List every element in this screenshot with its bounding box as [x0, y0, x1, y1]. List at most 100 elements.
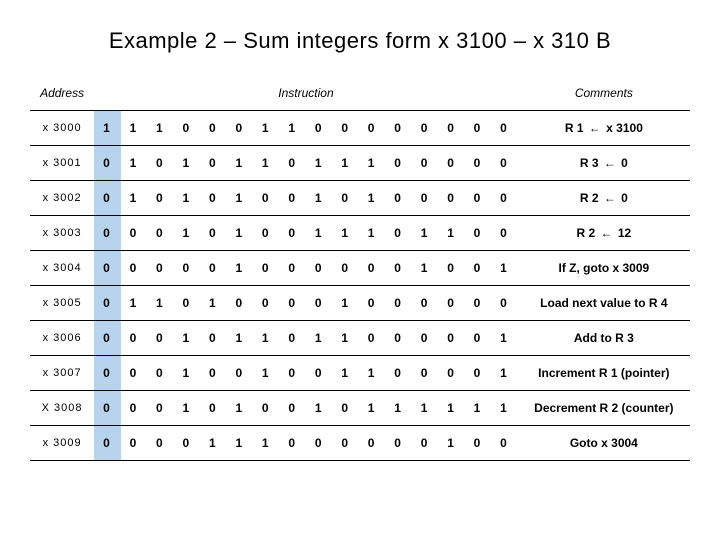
bit-cell: 0	[94, 426, 120, 461]
bit-cell: 1	[412, 391, 438, 426]
bit-cell: 0	[491, 216, 517, 251]
table-row: x 30001110001100000000R 1 ← x 3100	[30, 111, 690, 146]
bit-cell: 1	[253, 321, 279, 356]
bit-cell: 1	[227, 181, 253, 216]
bit-cell: 1	[385, 391, 411, 426]
bit-cell: 0	[200, 251, 226, 286]
arrow-left-icon: ←	[587, 121, 603, 135]
bit-cell: 0	[279, 286, 305, 321]
bit-cell: 0	[121, 251, 147, 286]
bit-cell: 1	[359, 391, 385, 426]
bit-cell: 0	[174, 286, 200, 321]
bit-cell: 0	[385, 356, 411, 391]
bit-cell: 1	[438, 391, 464, 426]
bit-cell: 0	[94, 286, 120, 321]
bit-cell: 0	[465, 251, 491, 286]
bit-cell: 1	[174, 146, 200, 181]
bit-cell: 0	[279, 251, 305, 286]
bit-cell: 0	[412, 356, 438, 391]
address-cell: x 3005	[30, 286, 94, 321]
bit-cell: 0	[385, 426, 411, 461]
address-cell: x 3003	[30, 216, 94, 251]
bit-cell: 0	[200, 181, 226, 216]
bit-cell: 0	[359, 286, 385, 321]
bit-cell: 1	[121, 111, 147, 146]
bit-cell: 0	[94, 146, 120, 181]
bit-cell: 0	[253, 216, 279, 251]
bit-cell: 0	[438, 146, 464, 181]
header-comments: Comments	[518, 76, 690, 111]
address-cell: x 3001	[30, 146, 94, 181]
bit-cell: 1	[253, 111, 279, 146]
page-title: Example 2 – Sum integers form x 3100 – x…	[30, 28, 690, 54]
arrow-left-icon: ←	[602, 156, 618, 170]
bit-cell: 0	[200, 146, 226, 181]
bit-cell: 0	[412, 321, 438, 356]
bit-cell: 0	[147, 321, 173, 356]
bit-cell: 1	[253, 356, 279, 391]
bit-cell: 0	[147, 391, 173, 426]
bit-cell: 1	[94, 111, 120, 146]
bit-cell: 0	[279, 356, 305, 391]
bit-cell: 0	[438, 251, 464, 286]
bit-cell: 0	[491, 286, 517, 321]
bit-cell: 0	[465, 181, 491, 216]
comment-post: 12	[615, 226, 632, 240]
header-instruction: Instruction	[94, 76, 518, 111]
bit-cell: 0	[121, 426, 147, 461]
bit-cell: 0	[385, 286, 411, 321]
bit-cell: 1	[200, 426, 226, 461]
bit-cell: 1	[359, 216, 385, 251]
bit-cell: 0	[94, 216, 120, 251]
bit-cell: 1	[332, 146, 358, 181]
address-cell: x 3009	[30, 426, 94, 461]
bit-cell: 1	[253, 146, 279, 181]
address-cell: x 3006	[30, 321, 94, 356]
bit-cell: 0	[412, 286, 438, 321]
bit-cell: 0	[279, 391, 305, 426]
bit-cell: 1	[147, 286, 173, 321]
bit-cell: 0	[306, 111, 332, 146]
bit-cell: 0	[121, 321, 147, 356]
bit-cell: 1	[306, 181, 332, 216]
bit-cell: 0	[359, 426, 385, 461]
bit-cell: 1	[412, 251, 438, 286]
address-cell: x 3000	[30, 111, 94, 146]
comment-cell: Add to R 3	[518, 321, 690, 356]
comment-post: 0	[618, 191, 628, 205]
bit-cell: 0	[465, 321, 491, 356]
bit-cell: 0	[491, 111, 517, 146]
bit-cell: 0	[94, 181, 120, 216]
bit-cell: 1	[359, 146, 385, 181]
bit-cell: 1	[227, 146, 253, 181]
bit-cell: 1	[227, 216, 253, 251]
bit-cell: 1	[412, 216, 438, 251]
comment-cell: If Z, goto x 3009	[518, 251, 690, 286]
bit-cell: 0	[438, 321, 464, 356]
bit-cell: 0	[359, 251, 385, 286]
bit-cell: 0	[174, 251, 200, 286]
bit-cell: 1	[306, 216, 332, 251]
comment-cell: R 2 ← 0	[518, 181, 690, 216]
bit-cell: 1	[438, 216, 464, 251]
bit-cell: 0	[279, 426, 305, 461]
bit-cell: 0	[279, 181, 305, 216]
bit-cell: 0	[253, 251, 279, 286]
bit-cell: 1	[200, 286, 226, 321]
bit-cell: 0	[200, 321, 226, 356]
bit-cell: 0	[227, 111, 253, 146]
bit-cell: 0	[385, 146, 411, 181]
bit-cell: 1	[174, 356, 200, 391]
table-row: x 30030001010011101100R 2 ← 12	[30, 216, 690, 251]
bit-cell: 0	[306, 356, 332, 391]
bit-cell: 0	[412, 111, 438, 146]
bit-cell: 0	[253, 391, 279, 426]
table-row: x 30010101011011100000R 3 ← 0	[30, 146, 690, 181]
bit-cell: 1	[121, 286, 147, 321]
table-row: x 30050110100001000000Load next value to…	[30, 286, 690, 321]
bit-cell: 1	[359, 181, 385, 216]
bit-cell: 1	[174, 391, 200, 426]
bit-cell: 0	[385, 111, 411, 146]
bit-cell: 0	[306, 251, 332, 286]
comment-cell: R 1 ← x 3100	[518, 111, 690, 146]
